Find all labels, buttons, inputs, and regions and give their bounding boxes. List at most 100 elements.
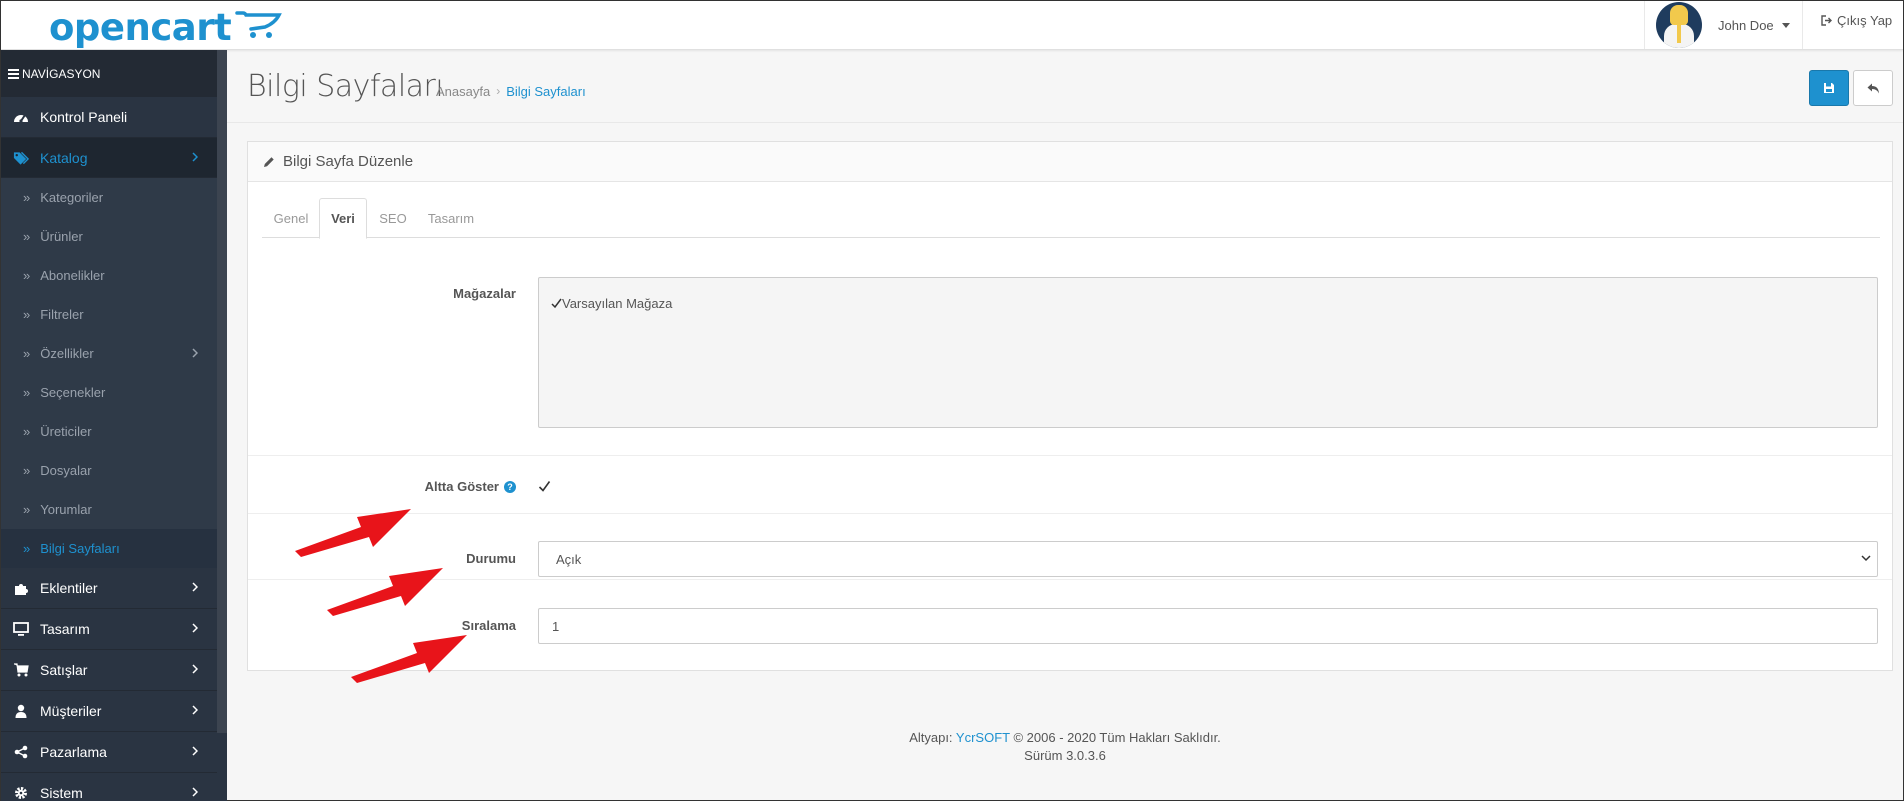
- tags-icon: [13, 150, 29, 166]
- form-divider: [248, 579, 1892, 580]
- sidebar-subitem-downloads[interactable]: » Dosyalar: [1, 451, 217, 490]
- sidebar-subitem-products[interactable]: » Ürünler: [1, 217, 217, 256]
- chevron-right-icon: [192, 152, 198, 162]
- checkbox-checked-icon[interactable]: [551, 298, 562, 309]
- sign-out-icon: [1821, 14, 1832, 26]
- chevron-down-icon: [1861, 555, 1871, 562]
- logout-button[interactable]: Çıkış Yap: [1821, 1, 1892, 39]
- show-bottom-checkbox[interactable]: [538, 480, 551, 496]
- page-title: Bilgi Sayfaları: [247, 69, 444, 104]
- stores-checklist: Varsayılan Mağaza: [538, 277, 1878, 428]
- chevron-right-icon: [192, 664, 198, 674]
- sidebar-scrollbar[interactable]: [217, 50, 227, 733]
- sidebar-subitem-information[interactable]: » Bilgi Sayfaları: [1, 529, 217, 568]
- back-button[interactable]: [1853, 70, 1893, 106]
- tab-design[interactable]: Tasarım: [418, 198, 484, 239]
- sidebar-subitem-label: Kategoriler: [40, 190, 104, 205]
- chevron-right-icon: [192, 746, 198, 756]
- nav-heading[interactable]: NAVİGASYON: [1, 50, 227, 97]
- store-option-default[interactable]: Varsayılan Mağaza: [551, 296, 672, 311]
- reply-icon: [1867, 83, 1879, 93]
- sidebar-item-label: Tasarım: [40, 621, 90, 637]
- sidebar-item-dashboard[interactable]: Kontrol Paneli: [1, 97, 217, 138]
- sidebar-item-label: Eklentiler: [40, 580, 98, 596]
- bars-icon: [8, 68, 19, 79]
- sidebar-item-extensions[interactable]: Eklentiler: [1, 568, 217, 609]
- sidebar-subitem-options[interactable]: » Seçenekler: [1, 373, 217, 412]
- user-menu[interactable]: John Doe: [1644, 1, 1790, 49]
- breadcrumb-home-link[interactable]: Anasayfa: [436, 84, 490, 99]
- sidebar-item-system[interactable]: Sistem: [1, 773, 217, 801]
- status-label-text: Durumu: [466, 551, 516, 566]
- sidebar-item-design[interactable]: Tasarım: [1, 609, 217, 650]
- sidebar-item-catalog[interactable]: Katalog: [1, 138, 217, 178]
- question-circle-icon[interactable]: ?: [504, 480, 516, 493]
- status-select[interactable]: Açık: [538, 541, 1878, 577]
- footer-version: Sürüm 3.0.3.6: [1024, 748, 1106, 763]
- share-alt-icon: [13, 744, 29, 760]
- sidebar-subitem-reviews[interactable]: » Yorumlar: [1, 490, 217, 529]
- store-option-label: Varsayılan Mağaza: [562, 296, 673, 311]
- form-divider: [248, 455, 1892, 456]
- header-divider: [1802, 1, 1803, 49]
- annotation-arrow-icon: [295, 509, 411, 557]
- panel-title: Bilgi Sayfa Düzenle: [283, 153, 414, 170]
- dashboard-icon: [13, 109, 29, 125]
- sidebar-item-label: Kontrol Paneli: [40, 109, 128, 125]
- user-icon: [13, 703, 29, 719]
- angle-double-right-icon: »: [23, 502, 31, 517]
- show-bottom-label: Altta Göster ?: [425, 479, 516, 494]
- footer-copyright: Altyapı: YcrSOFT © 2006 - 2020 Tüm Hakla…: [227, 729, 1903, 747]
- footer: Altyapı: YcrSOFT © 2006 - 2020 Tüm Hakla…: [227, 729, 1903, 765]
- footer-rights: © 2006 - 2020 Tüm Hakları Saklıdır.: [1009, 730, 1221, 745]
- tab-seo[interactable]: SEO: [368, 198, 418, 239]
- sidebar-subitem-filters[interactable]: » Filtreler: [1, 295, 217, 334]
- form-divider: [248, 513, 1892, 514]
- status-label: Durumu: [466, 551, 516, 566]
- cart-icon: [13, 662, 29, 678]
- save-button[interactable]: [1809, 70, 1849, 106]
- sidebar: NAVİGASYON Kontrol Paneli Katalog » Kateg…: [1, 50, 227, 801]
- sidebar-subitem-label: Abonelikler: [40, 268, 105, 283]
- panel-heading: Bilgi Sayfa Düzenle: [248, 142, 1892, 182]
- sidebar-item-sales[interactable]: Satışlar: [1, 650, 217, 691]
- angle-double-right-icon: »: [23, 463, 31, 478]
- top-header: opencart John Doe Çıkış Yap: [1, 1, 1903, 50]
- sidebar-subitem-label: Yorumlar: [40, 502, 92, 517]
- edit-panel: Bilgi Sayfa Düzenle Genel Veri SEO Tasar…: [247, 141, 1893, 671]
- avatar: [1656, 2, 1702, 48]
- breadcrumb-separator: ›: [496, 84, 501, 98]
- user-name: John Doe: [1718, 17, 1774, 33]
- sidebar-subitem-label: Üreticiler: [40, 424, 92, 439]
- stores-label: Mağazalar: [453, 286, 516, 301]
- sidebar-subitem-attributes[interactable]: » Özellikler: [1, 334, 217, 373]
- sidebar-subitem-label: Özellikler: [40, 346, 94, 361]
- puzzle-icon: [13, 580, 29, 596]
- desktop-icon: [13, 621, 29, 637]
- tab-data[interactable]: Veri: [319, 198, 367, 239]
- sidebar-item-label: Satışlar: [40, 662, 88, 678]
- checkbox-checked-icon: [538, 481, 551, 492]
- angle-double-right-icon: »: [23, 385, 31, 400]
- sidebar-subitem-label: Dosyalar: [40, 463, 92, 478]
- opencart-logo[interactable]: opencart: [49, 1, 283, 49]
- breadcrumb-current-link[interactable]: Bilgi Sayfaları: [506, 84, 585, 99]
- sort-order-input[interactable]: 1: [538, 608, 1878, 644]
- sidebar-subitem-categories[interactable]: » Kategoriler: [1, 178, 217, 217]
- sidebar-item-customers[interactable]: Müşteriler: [1, 691, 217, 732]
- sidebar-subitem-manufacturers[interactable]: » Üreticiler: [1, 412, 217, 451]
- sidebar-subitem-subscriptions[interactable]: » Abonelikler: [1, 256, 217, 295]
- sort-order-label: Sıralama: [462, 618, 516, 633]
- sidebar-subitem-label: Bilgi Sayfaları: [40, 541, 120, 556]
- chevron-right-icon: [192, 705, 198, 715]
- main-content: Bilgi Sayfaları Anasayfa › Bilgi Sayfala…: [227, 50, 1903, 801]
- tab-general[interactable]: Genel: [262, 198, 320, 239]
- logout-label: Çıkış Yap: [1837, 12, 1893, 28]
- sidebar-subitem-label: Seçenekler: [40, 385, 106, 400]
- sidebar-item-marketing[interactable]: Pazarlama: [1, 732, 217, 773]
- logo-cart-icon: [235, 11, 283, 38]
- footer-brand-link[interactable]: YcrSOFT: [956, 730, 1010, 745]
- angle-double-right-icon: »: [23, 424, 31, 439]
- cog-icon: [13, 785, 29, 801]
- sidebar-subitem-label: Filtreler: [40, 307, 84, 322]
